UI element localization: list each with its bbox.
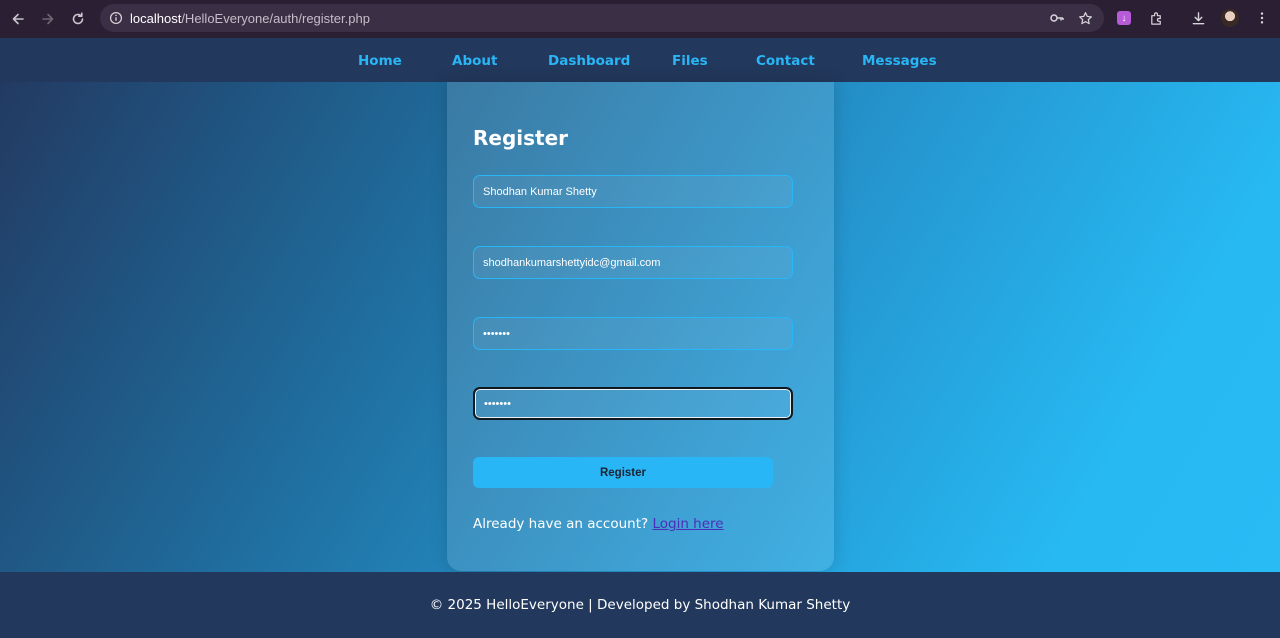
form-title: Register	[473, 126, 569, 150]
reload-button[interactable]	[63, 4, 93, 34]
arrow-right-icon	[42, 13, 54, 25]
password-input[interactable]: •••••••	[473, 317, 793, 350]
password-key-icon[interactable]	[1046, 7, 1068, 29]
confirm-password-input[interactable]: •••••••	[473, 387, 793, 420]
nav-messages-link[interactable]: Messages	[862, 53, 937, 69]
extension-download-icon[interactable]: ↓	[1112, 6, 1136, 30]
register-card: Register Shodhan Kumar Shetty shodhankum…	[447, 82, 834, 571]
extensions-puzzle-icon[interactable]	[1144, 6, 1168, 30]
nav-files-link[interactable]: Files	[672, 53, 708, 69]
main-content: Register Shodhan Kumar Shetty shodhankum…	[0, 82, 1280, 572]
register-button[interactable]: Register	[473, 457, 773, 488]
name-input[interactable]: Shodhan Kumar Shetty	[473, 175, 793, 208]
site-footer: © 2025 HelloEveryone | Developed by Shod…	[0, 572, 1280, 638]
forward-button[interactable]	[33, 4, 63, 34]
footer-text: © 2025 HelloEveryone | Developed by Shod…	[429, 597, 851, 613]
site-info-icon[interactable]	[102, 4, 130, 32]
nav-home-link[interactable]: Home	[358, 53, 402, 69]
downloads-icon[interactable]	[1186, 6, 1210, 30]
nav-about-link[interactable]: About	[452, 53, 497, 69]
nav-contact-link[interactable]: Contact	[756, 53, 815, 69]
arrow-left-icon	[12, 13, 24, 25]
login-prompt-text: Already have an account?	[473, 516, 649, 532]
nav-dashboard-link[interactable]: Dashboard	[548, 53, 630, 69]
site-navbar: Home About Dashboard Files Contact Messa…	[0, 38, 1280, 82]
url-text: localhost/HelloEveryone/auth/register.ph…	[130, 10, 370, 26]
profile-avatar[interactable]	[1218, 6, 1242, 30]
back-button[interactable]	[3, 4, 33, 34]
bookmark-star-icon[interactable]	[1074, 7, 1096, 29]
menu-kebab-icon[interactable]	[1250, 6, 1274, 30]
login-link[interactable]: Login here	[652, 516, 723, 532]
browser-toolbar: localhost/HelloEveryone/auth/register.ph…	[0, 0, 1280, 38]
login-prompt: Already have an account? Login here	[473, 516, 724, 532]
reload-icon	[72, 12, 84, 25]
email-input[interactable]: shodhankumarshettyidc@gmail.com	[473, 246, 793, 279]
address-bar[interactable]: localhost/HelloEveryone/auth/register.ph…	[100, 4, 1104, 32]
